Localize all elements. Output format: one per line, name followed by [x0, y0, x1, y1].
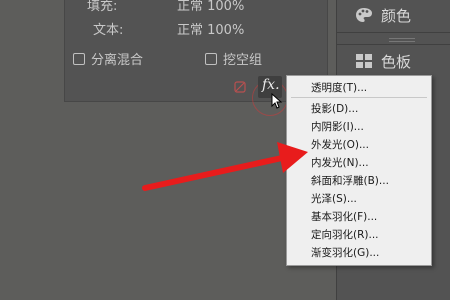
- annotation-arrow-icon: [142, 142, 308, 191]
